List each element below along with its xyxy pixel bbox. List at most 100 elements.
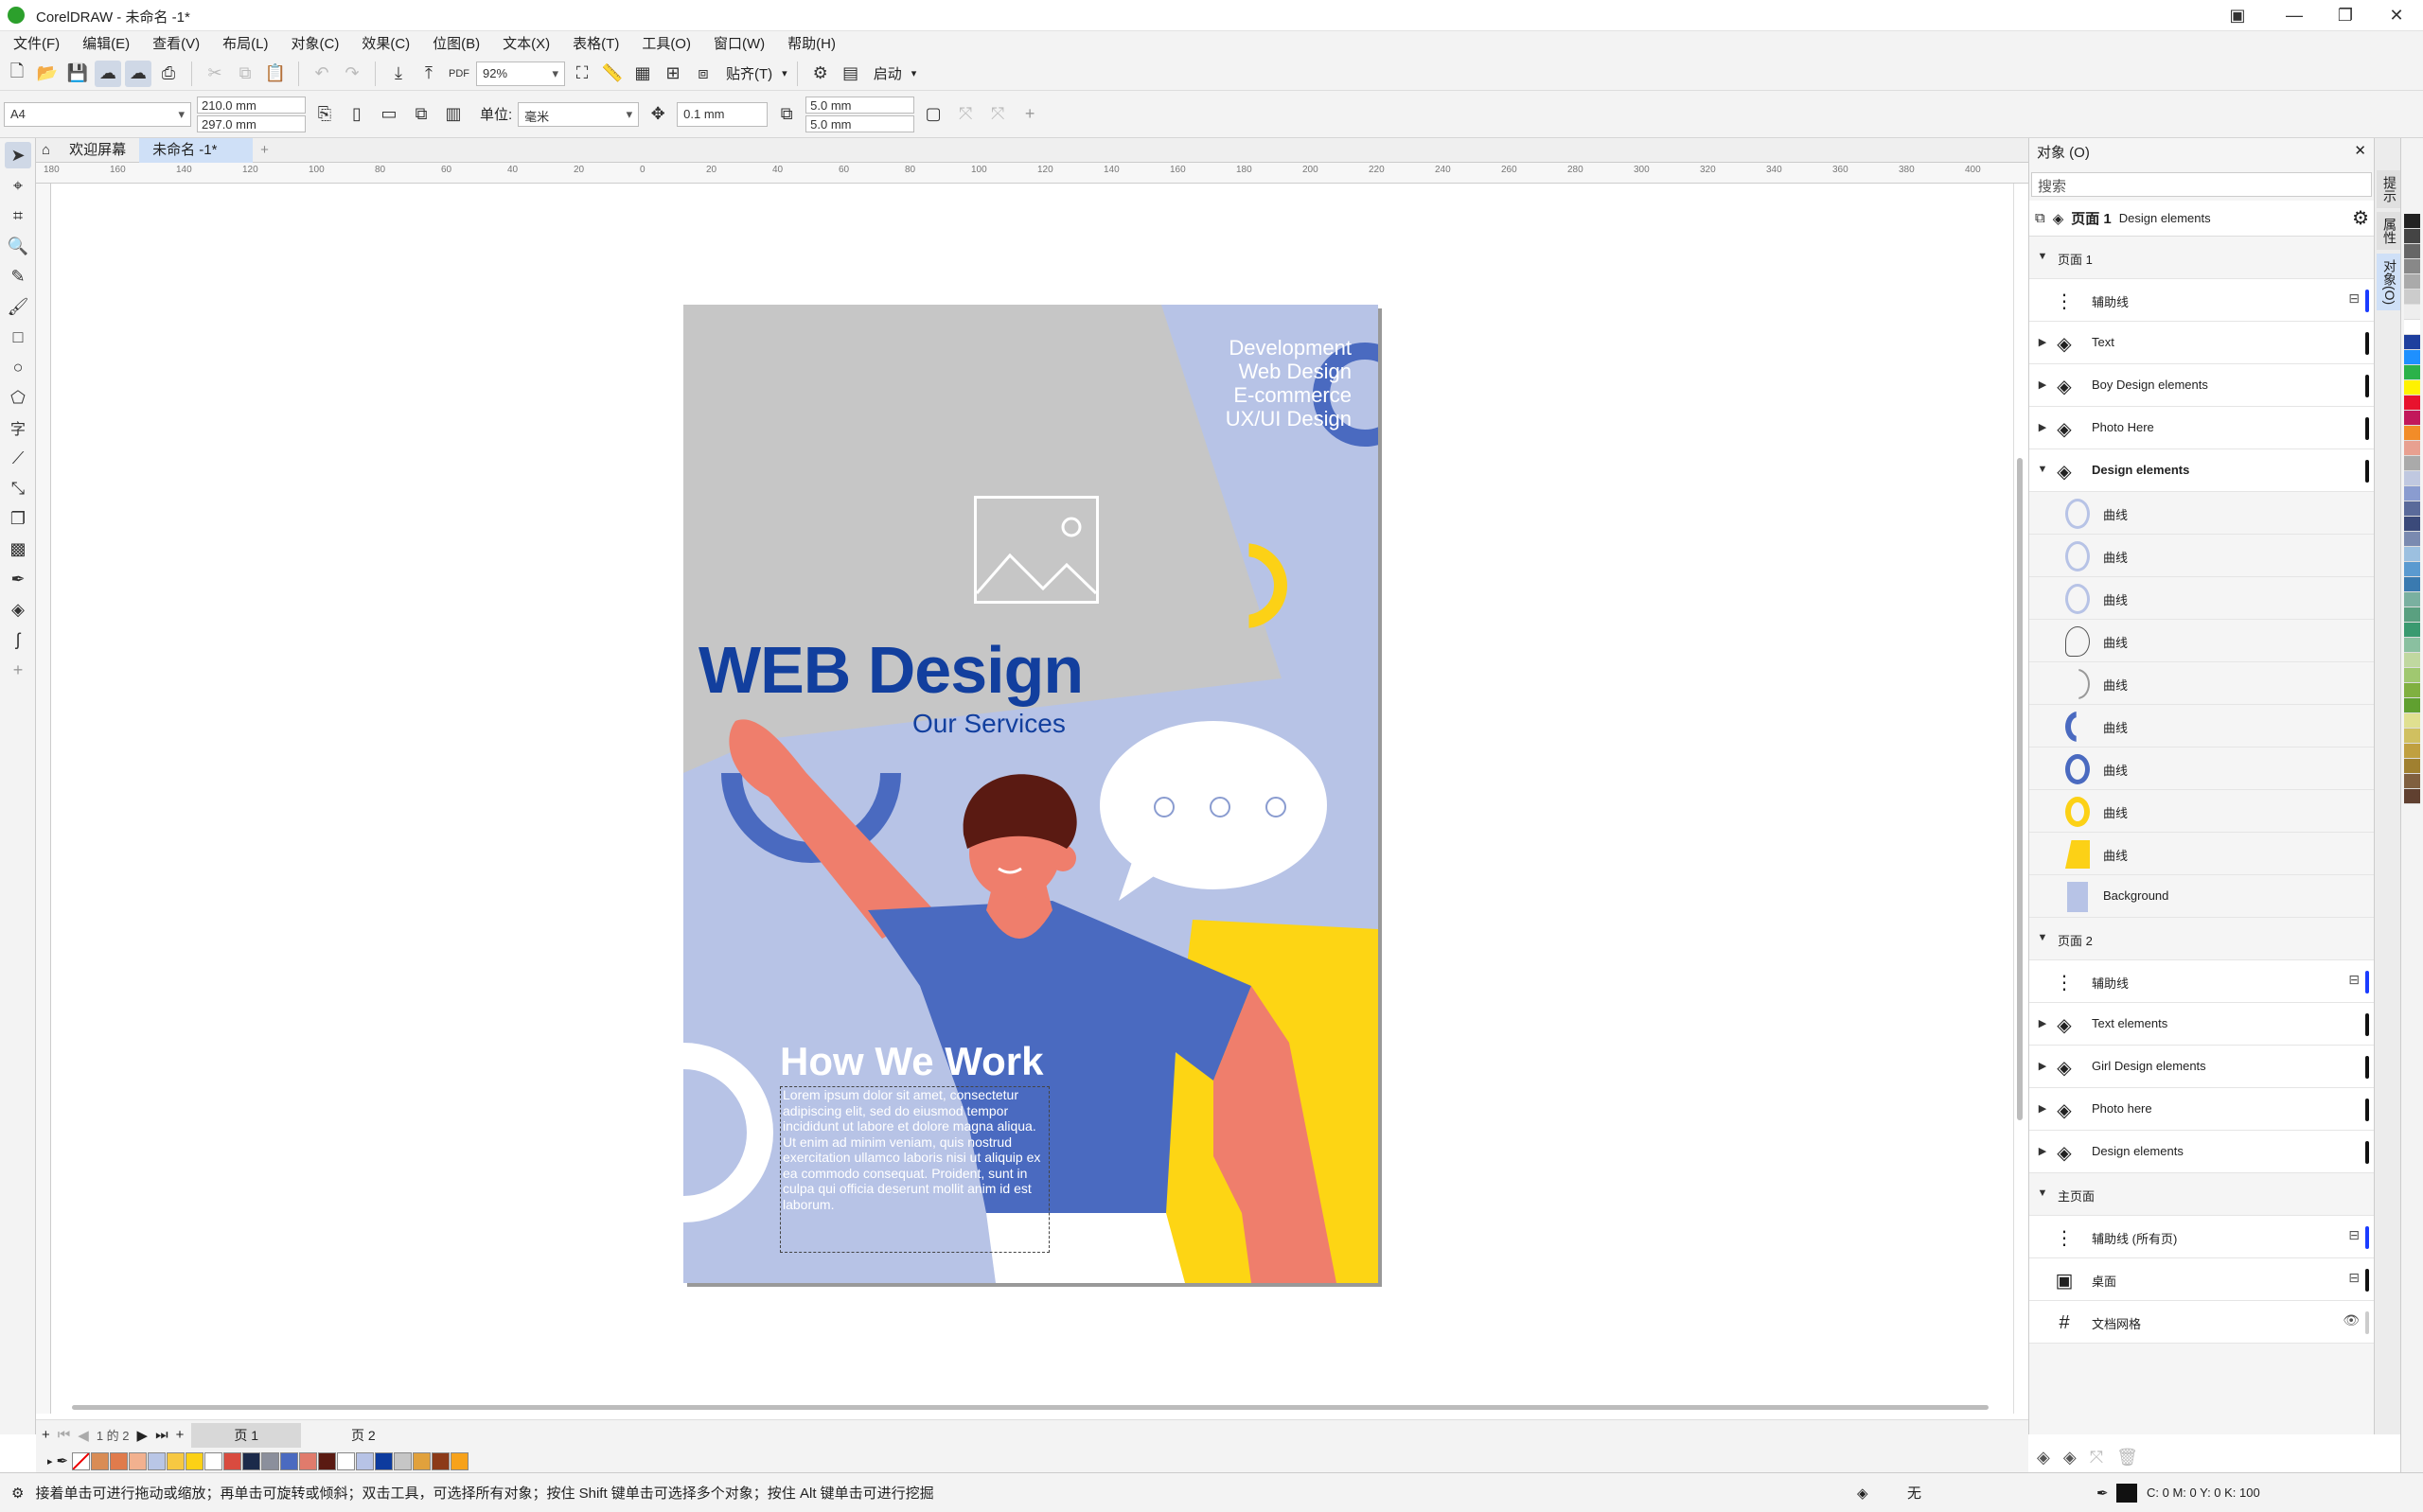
color-swatch[interactable] [223, 1451, 242, 1470]
home-icon[interactable]: ⌂ [36, 142, 56, 158]
color-swatch[interactable] [2404, 789, 2420, 804]
freehand-tool-icon[interactable]: ✎ [5, 263, 31, 290]
color-swatch[interactable] [280, 1451, 299, 1470]
new-tab-icon[interactable]: + [253, 142, 276, 158]
transparency-icon[interactable]: ▩ [5, 536, 31, 562]
zoom-tool-icon[interactable]: 🔍 [5, 233, 31, 259]
curve-object-row[interactable]: 曲线 [2029, 492, 2375, 535]
tab-hints[interactable]: 提示 [2377, 170, 2403, 208]
color-swatch[interactable] [2404, 350, 2420, 365]
color-swatch[interactable] [413, 1451, 432, 1470]
lock-icon[interactable]: ⊟ [2348, 972, 2360, 988]
vertical-scrollbar[interactable] [2013, 184, 2028, 1414]
layer-row[interactable]: ▶ ◈ Photo Here [2029, 407, 2375, 449]
current-page-icon[interactable]: ⧉ [408, 101, 434, 128]
color-swatch[interactable] [91, 1451, 110, 1470]
layer-row[interactable]: ▶ ◈ Design elements [2029, 1131, 2375, 1173]
color-swatch[interactable] [356, 1451, 375, 1470]
color-swatch[interactable] [394, 1451, 413, 1470]
nudge-distance-field[interactable]: 0.1 mm [677, 101, 769, 127]
menu-tools[interactable]: 工具(O) [630, 31, 702, 57]
eyedropper-icon[interactable]: ✒ [57, 1452, 69, 1469]
smart-fill-icon[interactable]: ʃ [5, 626, 31, 653]
drop-shadow-icon[interactable]: ❐ [5, 505, 31, 532]
launch-dropdown[interactable]: 启动 [868, 63, 908, 83]
scroll-thumb[interactable] [2017, 458, 2023, 1120]
page-height-field[interactable]: 297.0 mm [197, 114, 306, 132]
shape-tool-icon[interactable]: ⌖ [5, 172, 31, 199]
page-size-select[interactable]: A4 [4, 101, 191, 127]
tab-properties[interactable]: 属性 [2377, 212, 2403, 250]
color-swatch[interactable] [2404, 744, 2420, 759]
color-swatch[interactable] [2404, 729, 2420, 744]
chevron-down-icon[interactable]: ▾ [911, 67, 917, 79]
copy-icon[interactable]: ⧉ [232, 61, 258, 87]
color-swatch[interactable] [2404, 229, 2420, 244]
guidelines-icon[interactable]: ⊞ [660, 61, 686, 87]
menu-bitmaps[interactable]: 位图(B) [421, 31, 491, 57]
open-icon[interactable]: 📂 [34, 61, 61, 87]
pick-tool-icon[interactable]: ➤ [5, 142, 31, 168]
page-tab-1[interactable]: 页 1 [191, 1422, 302, 1448]
color-swatch[interactable] [110, 1451, 129, 1470]
horizontal-ruler[interactable]: 180 160 140 120 100 80 60 40 20 0 20 40 60 80 100 120 14… [36, 163, 2028, 184]
guides-layer-row[interactable]: ⋮ 辅助线 ⊟ [2029, 279, 2375, 322]
color-swatch[interactable] [2404, 547, 2420, 562]
layer-row[interactable]: ▶ ◈ Text [2029, 322, 2375, 364]
menu-text[interactable]: 文本(X) [491, 31, 561, 57]
prev-page-icon[interactable]: ◀ [78, 1427, 89, 1444]
layer-row[interactable]: ▶ ◈ Text elements [2029, 1003, 2375, 1046]
menu-window[interactable]: 窗口(W) [702, 31, 776, 57]
color-swatch[interactable] [2404, 456, 2420, 471]
units-select[interactable]: 毫米 [518, 101, 640, 127]
new-master-layer-icon[interactable]: ◈ [2063, 1448, 2077, 1468]
crop-tool-icon[interactable]: ⌗ [5, 202, 31, 229]
color-swatch[interactable] [2404, 259, 2420, 274]
ellipse-tool-icon[interactable]: ○ [5, 354, 31, 380]
artistic-media-icon[interactable]: 🖌 [5, 293, 31, 320]
guides-layer-row[interactable]: ⋮ 辅助线 ⊟ [2029, 960, 2375, 1003]
color-swatch[interactable] [2404, 713, 2420, 729]
rulers-icon[interactable]: 📏 [599, 61, 626, 87]
color-swatch[interactable] [451, 1451, 469, 1470]
master-page-row[interactable]: ▼ 主页面 [2029, 1173, 2375, 1216]
color-swatch[interactable] [242, 1451, 261, 1470]
tab-objects[interactable]: 对象(O) [2377, 254, 2403, 311]
menu-table[interactable]: 表格(T) [561, 31, 630, 57]
curve-object-row[interactable]: 曲线 [2029, 833, 2375, 875]
color-swatch[interactable] [2404, 592, 2420, 607]
redo-icon[interactable]: ↷ [339, 61, 365, 87]
snap-off-icon[interactable]: ⤧ [984, 101, 1011, 128]
color-swatch[interactable] [167, 1451, 186, 1470]
color-swatch[interactable] [2404, 380, 2420, 396]
color-swatch[interactable] [129, 1451, 148, 1470]
import-icon[interactable]: ⤓ [385, 61, 412, 87]
new-document-icon[interactable]: 🗋 [4, 61, 30, 87]
all-pages-icon[interactable]: ⎘ [311, 101, 338, 128]
page-icon[interactable]: ⧉ [2035, 210, 2045, 226]
text-tool-icon[interactable]: 字 [5, 414, 31, 441]
new-layer-icon[interactable]: ◈ [2037, 1448, 2050, 1468]
menu-edit[interactable]: 编辑(E) [71, 31, 141, 57]
color-swatch[interactable] [148, 1451, 167, 1470]
color-swatch[interactable] [2404, 623, 2420, 638]
delete-icon[interactable]: 🗑 [2116, 1448, 2138, 1468]
color-swatch[interactable] [2404, 577, 2420, 592]
color-swatch[interactable] [2404, 683, 2420, 698]
curve-object-row[interactable]: 曲线 [2029, 620, 2375, 662]
lock-icon[interactable]: ⊟ [2348, 1227, 2360, 1243]
color-swatch[interactable] [2404, 698, 2420, 713]
color-swatch[interactable] [2404, 441, 2420, 456]
color-swatch[interactable] [2404, 562, 2420, 577]
color-swatch[interactable] [2404, 517, 2420, 532]
master-guides-row[interactable]: ⋮ 辅助线 (所有页) ⊟ [2029, 1216, 2375, 1258]
document-grid-row[interactable]: # 文档网格 👁 [2029, 1301, 2375, 1344]
add-tool-icon[interactable]: + [5, 657, 31, 683]
lock-icon[interactable]: ⊟ [2348, 290, 2360, 307]
page-tab-2[interactable]: 页 2 [309, 1423, 418, 1448]
color-swatch[interactable] [2404, 607, 2420, 623]
color-swatch[interactable] [2404, 486, 2420, 501]
curve-object-row[interactable]: 曲线 [2029, 535, 2375, 577]
color-swatch[interactable] [375, 1451, 394, 1470]
horizontal-scrollbar[interactable] [51, 1400, 2015, 1414]
